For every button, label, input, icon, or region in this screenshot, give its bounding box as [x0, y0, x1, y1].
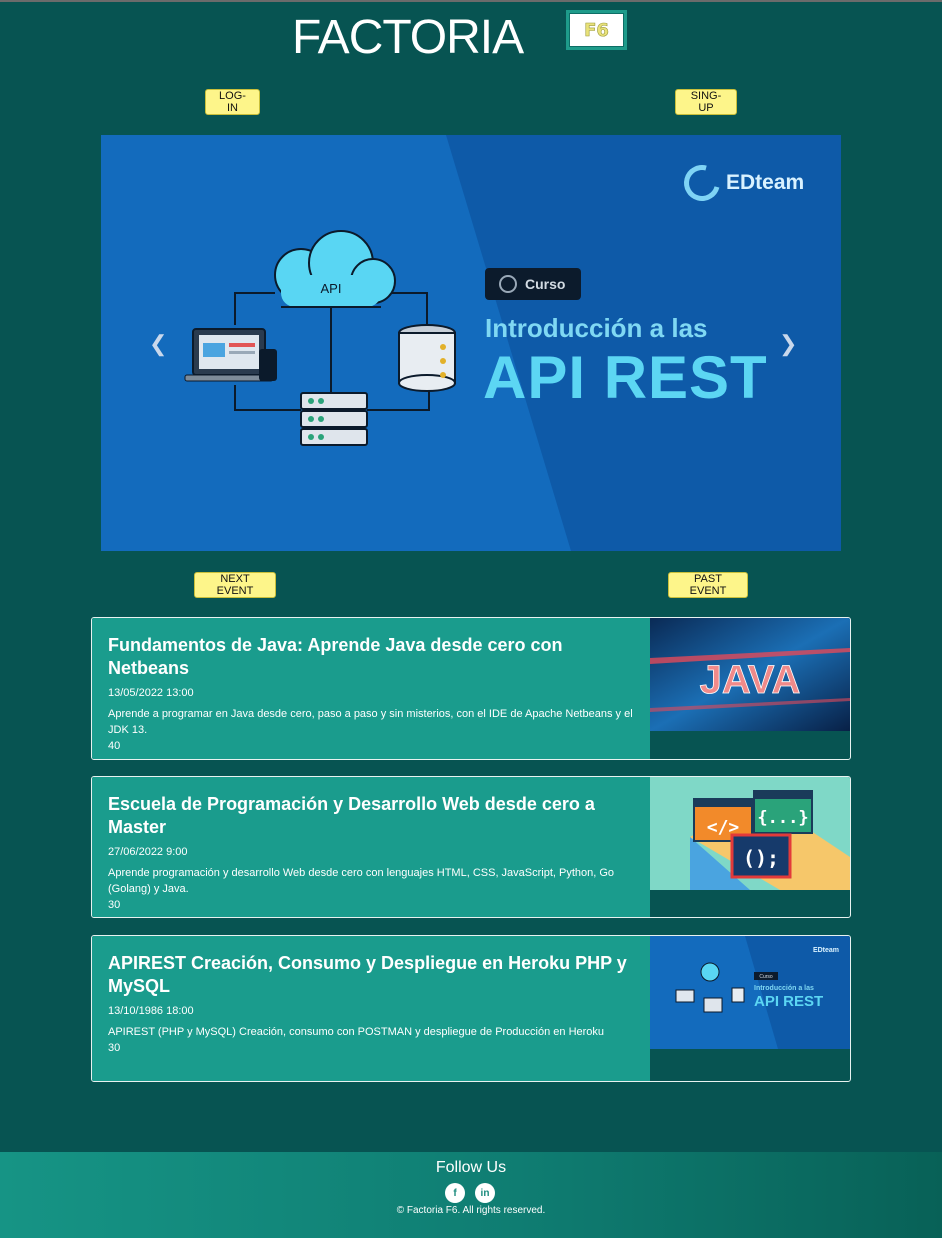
site-title: FACTORIA	[292, 11, 524, 64]
laptop-shape	[184, 328, 277, 382]
footer: Follow Us f in © Factoria F6. All rights…	[0, 1152, 942, 1238]
footer-title: Follow Us	[435, 1159, 507, 1176]
code-js-glyph: ();	[743, 846, 779, 870]
carousel-headline: API REST	[483, 344, 768, 411]
f6-logo[interactable]: F6	[566, 10, 627, 50]
carousel-subtitle: Introducción a las	[485, 313, 708, 343]
top-border	[0, 0, 942, 2]
logo-text: F6	[584, 19, 609, 41]
signup-button[interactable]: SING-UP	[675, 89, 737, 115]
copyright-text: © Factoria F6. All rights reserved.	[396, 1205, 546, 1216]
login-button[interactable]: LOG-IN	[205, 89, 260, 115]
event-image-code: </> {...} ();	[650, 777, 850, 890]
chevron-right-icon[interactable]: ❯	[779, 331, 797, 357]
code-windows-image: </> {...} ();	[650, 777, 850, 890]
curso-badge: Curso	[485, 268, 581, 300]
header: FACTORIA F6	[0, 8, 942, 64]
event-card-body: Fundamentos de Java: Aprende Java desde …	[92, 618, 650, 759]
facebook-icon[interactable]: f	[445, 1183, 465, 1203]
event-image-apirest: EDteam Curso Introducción a las API REST	[650, 936, 850, 1049]
event-count: 30	[108, 899, 121, 911]
event-title: APIREST Creación, Consumo y Despliegue e…	[108, 953, 627, 996]
event-count: 40	[108, 740, 121, 752]
event-date: 13/05/2022 13:00	[108, 687, 194, 699]
thumb-brand-text: EDteam	[813, 947, 839, 954]
edteam-brand-text: EDteam	[726, 171, 805, 194]
api-diagram-illustration: API	[184, 230, 456, 446]
event-title: Fundamentos de Java: Aprende Java desde …	[108, 635, 563, 678]
edteam-logo: EDteam	[677, 158, 805, 208]
event-count: 30	[108, 1042, 121, 1054]
java-image-text: JAVA	[700, 658, 801, 702]
curso-label: Curso	[525, 276, 566, 292]
edteam-ring-icon	[677, 158, 727, 208]
past-event-button[interactable]: PAST EVENT	[668, 572, 748, 598]
hero-carousel[interactable]: API EDteam Curso Introducción a las API …	[101, 135, 841, 551]
social-links: f in	[445, 1183, 495, 1203]
event-card-body: APIREST Creación, Consumo y Despliegue e…	[92, 936, 650, 1081]
next-event-button[interactable]: NEXT EVENT	[194, 572, 276, 598]
event-title: Escuela de Programación y Desarrollo Web…	[108, 794, 595, 837]
event-description: APIREST (PHP y MySQL) Creación, consumo …	[108, 1026, 605, 1038]
java-image: JAVA	[650, 618, 850, 731]
event-description: Aprende a programar en Java desde cero, …	[108, 708, 633, 736]
code-json-glyph: {...}	[757, 808, 808, 828]
event-card[interactable]: Fundamentos de Java: Aprende Java desde …	[91, 617, 851, 760]
event-card[interactable]: APIREST Creación, Consumo y Despliegue e…	[91, 935, 851, 1082]
badge-icon	[499, 275, 517, 293]
event-date: 27/06/2022 9:00	[108, 846, 188, 858]
event-image-java: JAVA	[650, 618, 850, 731]
cloud-api-label: API	[321, 281, 342, 296]
thumb-headline-text: API REST	[754, 993, 823, 1010]
server-shape	[300, 392, 368, 446]
thumb-badge-text: Curso	[759, 974, 773, 980]
apirest-thumbnail: EDteam Curso Introducción a las API REST	[650, 936, 850, 1049]
event-description: Aprende programación y desarrollo Web de…	[108, 867, 615, 895]
linkedin-icon[interactable]: in	[475, 1183, 495, 1203]
thumb-subtitle-text: Introducción a las	[754, 985, 814, 992]
database-shape	[398, 324, 456, 392]
chevron-left-icon[interactable]: ❮	[149, 331, 167, 357]
event-card[interactable]: Escuela de Programación y Desarrollo Web…	[91, 776, 851, 918]
event-card-body: Escuela de Programación y Desarrollo Web…	[92, 777, 650, 917]
event-date: 13/10/1986 18:00	[108, 1005, 194, 1017]
